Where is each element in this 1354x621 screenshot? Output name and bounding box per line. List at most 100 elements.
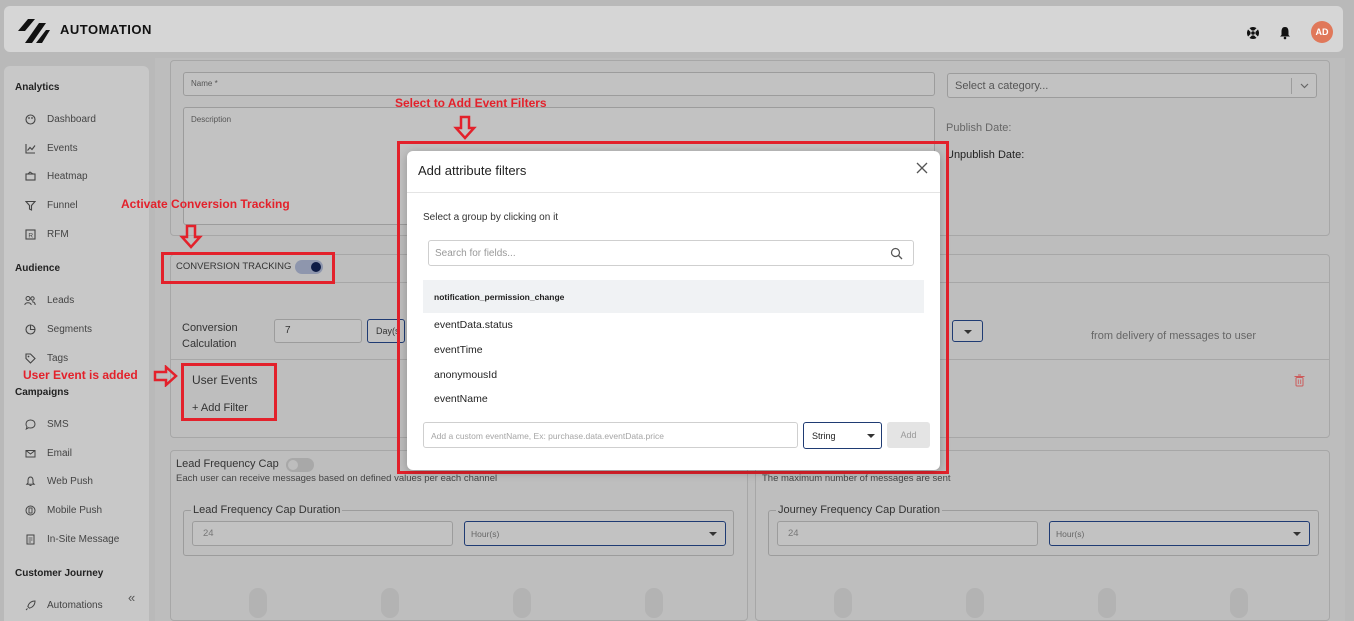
type-select[interactable]: String	[803, 422, 882, 449]
sidebar-item-in-site-message[interactable]: In-Site Message	[24, 531, 119, 547]
slider-handle[interactable]	[381, 588, 399, 618]
sidebar-item-leads[interactable]: Leads	[24, 292, 74, 308]
tag-icon	[24, 352, 36, 364]
lead-cap-title: Lead Frequency Cap	[176, 458, 279, 470]
modal-title: Add attribute filters	[418, 163, 527, 178]
attribute-option[interactable]: eventName	[434, 393, 488, 405]
sidebar-item-label: Tags	[47, 352, 69, 364]
name-field[interactable]: Name *	[183, 72, 935, 96]
slider-handle[interactable]	[645, 588, 663, 618]
search-input[interactable]	[435, 245, 875, 261]
slider-handle[interactable]	[834, 588, 852, 618]
lead-cap-value-text: 24	[203, 528, 214, 539]
sidebar-item-sms[interactable]: SMS	[24, 416, 69, 432]
caret-down-icon	[964, 330, 972, 334]
conversion-value-text: 7	[285, 325, 291, 336]
sidebar-item-rfm[interactable]: R RFM	[24, 226, 69, 242]
lead-cap-value-input[interactable]: 24	[192, 521, 453, 546]
sidebar-item-web-push[interactable]: Web Push	[24, 473, 93, 489]
sidebar-item-label: Web Push	[47, 475, 93, 487]
rocket-icon	[24, 599, 36, 611]
category-select[interactable]: Select a category...	[947, 73, 1317, 98]
sidebar-item-dashboard[interactable]: Dashboard	[24, 111, 96, 127]
attribute-option[interactable]: eventData.status	[434, 319, 513, 331]
svg-text:R: R	[28, 232, 33, 239]
users-icon	[24, 294, 36, 306]
modal-subtitle: Select a group by clicking on it	[423, 212, 559, 223]
lead-cap-toggle[interactable]	[286, 458, 314, 472]
lead-cap-duration-label: Lead Frequency Cap Duration	[191, 504, 343, 516]
slider-handle[interactable]	[966, 588, 984, 618]
arrow-right-icon	[153, 365, 178, 387]
lead-cap-unit-text: Hour(s)	[471, 529, 500, 539]
sidebar-item-segments[interactable]: Segments	[24, 321, 92, 337]
sidebar-item-email[interactable]: Email	[24, 445, 72, 461]
journey-cap-value-text: 24	[788, 528, 799, 539]
sidebar-item-label: Automations	[47, 599, 103, 611]
mail-icon	[24, 447, 36, 459]
trash-icon[interactable]	[1294, 374, 1305, 387]
chevron-down-icon	[1300, 83, 1309, 89]
sidebar-item-heatmap[interactable]: Heatmap	[24, 168, 88, 184]
arrow-down-icon	[453, 115, 477, 140]
sidebar-item-label: In-Site Message	[47, 533, 120, 545]
publish-date-label: Publish Date:	[946, 122, 1012, 134]
journey-cap-duration-label: Journey Frequency Cap Duration	[776, 504, 943, 516]
add-button[interactable]: Add	[887, 422, 930, 448]
user-avatar[interactable]: AD	[1311, 21, 1333, 43]
sidebar-item-label: Email	[47, 447, 73, 459]
delivery-select[interactable]	[952, 320, 983, 342]
collapse-sidebar-icon[interactable]: «	[128, 590, 135, 605]
group-item[interactable]: notification_permission_change	[423, 280, 924, 313]
sidebar-item-label: Segments	[47, 323, 93, 335]
caret-down-icon	[1293, 532, 1301, 536]
unpublish-date-label: Unpublish Date:	[946, 149, 1025, 161]
slider-handle[interactable]	[513, 588, 531, 618]
sidebar-section-campaigns: Campaigns	[15, 387, 69, 398]
lead-cap-unit-select[interactable]: Hour(s)	[464, 521, 726, 546]
bell-icon	[24, 475, 36, 487]
slider-handle[interactable]	[1230, 588, 1248, 618]
app-brand-title: AUTOMATION	[60, 22, 152, 37]
sidebar: Analytics Dashboard Events Heatmap Funne…	[4, 66, 149, 621]
slider-handle[interactable]	[249, 588, 267, 618]
sidebar-item-tags[interactable]: Tags	[24, 350, 68, 366]
brand-logo-icon[interactable]	[16, 17, 52, 45]
top-bar: AUTOMATION AD	[4, 6, 1343, 52]
journey-cap-value-input[interactable]: 24	[777, 521, 1038, 546]
notification-bell-icon[interactable]	[1278, 26, 1292, 40]
rfm-icon: R	[24, 228, 36, 240]
sidebar-item-automations[interactable]: Automations	[24, 597, 103, 613]
search-icon[interactable]	[890, 247, 903, 260]
sidebar-item-label: SMS	[47, 418, 69, 430]
sidebar-section-customer-journey: Customer Journey	[15, 568, 104, 579]
delivery-note: from delivery of messages to user	[1091, 330, 1257, 342]
journey-cap-unit-select[interactable]: Hour(s)	[1049, 521, 1310, 546]
category-placeholder: Select a category...	[955, 80, 1049, 92]
sidebar-section-analytics: Analytics	[15, 82, 60, 93]
conversion-value-input[interactable]: 7	[274, 319, 362, 343]
caret-down-icon	[867, 434, 875, 438]
caret-down-icon	[709, 532, 717, 536]
arrow-down-icon	[179, 224, 203, 249]
sidebar-item-label: RFM	[47, 228, 69, 240]
annotation-select-filters: Select to Add Event Filters	[395, 96, 547, 110]
sidebar-item-mobile-push[interactable]: Mobile Push	[24, 502, 102, 518]
sidebar-item-label: Dashboard	[47, 113, 96, 125]
doc-icon	[24, 533, 36, 545]
attribute-option[interactable]: anonymousId	[434, 369, 497, 381]
custom-attribute-input[interactable]	[431, 428, 791, 443]
toggle-knob	[288, 460, 298, 470]
sidebar-section-audience: Audience	[15, 263, 61, 274]
help-lifebuoy-icon[interactable]	[1246, 26, 1260, 40]
attribute-option[interactable]: eventTime	[434, 344, 483, 356]
chat-icon	[24, 418, 36, 430]
slider-handle[interactable]	[1098, 588, 1116, 618]
sidebar-item-funnel[interactable]: Funnel	[24, 197, 78, 213]
close-icon[interactable]	[916, 162, 928, 174]
conversion-unit-text: Day(s	[376, 326, 400, 336]
lead-cap-description: Each user can receive messages based on …	[176, 473, 498, 484]
sidebar-item-events[interactable]: Events	[24, 140, 78, 156]
sidebar-item-label: Leads	[47, 294, 75, 306]
type-select-value: String	[812, 431, 836, 441]
